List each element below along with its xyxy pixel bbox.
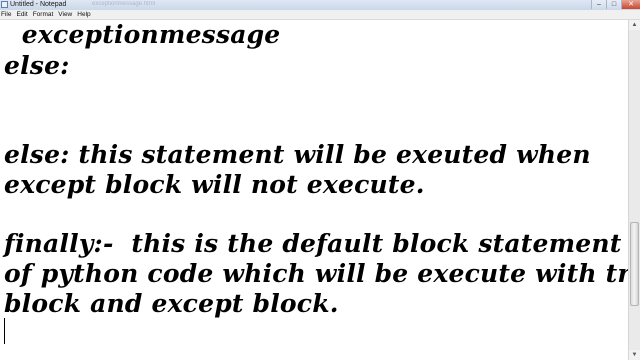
menu-help[interactable]: Help — [76, 10, 94, 19]
menu-edit[interactable]: Edit — [15, 10, 31, 19]
notepad-icon — [1, 1, 8, 8]
editor-line: except block will not execute. — [4, 170, 425, 199]
window-controls: – □ ✕ — [591, 0, 640, 10]
editor-line: of python code which will be execute wit… — [4, 259, 640, 288]
window-title: Untitled - Notepad — [10, 1, 67, 8]
faded-tab-label: exceptionmessage.html — [92, 1, 156, 7]
editor-line: exceptionmessage — [4, 20, 281, 49]
menu-view[interactable]: View — [57, 10, 76, 19]
menu-format[interactable]: Format — [32, 10, 58, 19]
editor-line: finally:- this is the default block stat… — [4, 229, 622, 258]
scroll-up-icon[interactable]: ▲ — [629, 20, 640, 30]
text-caret — [4, 318, 5, 344]
minimize-button[interactable]: – — [591, 0, 606, 9]
editor-line: else: — [4, 51, 70, 80]
text-editor[interactable]: exceptionmessage else: else: this statem… — [0, 20, 640, 360]
scroll-thumb[interactable] — [630, 222, 639, 306]
notepad-window: Untitled - Notepad exceptionmessage.html… — [0, 0, 640, 360]
close-button[interactable]: ✕ — [621, 0, 640, 9]
editor-line: block and except block. — [4, 289, 339, 318]
scroll-down-icon[interactable]: ▼ — [629, 350, 640, 360]
maximize-button[interactable]: □ — [606, 0, 621, 9]
menu-bar: File Edit Format View Help — [0, 10, 640, 20]
editor-line: else: this statement will be exeuted whe… — [4, 140, 591, 169]
menu-file[interactable]: File — [0, 10, 15, 19]
vertical-scrollbar[interactable]: ▲ ▼ — [628, 20, 640, 360]
